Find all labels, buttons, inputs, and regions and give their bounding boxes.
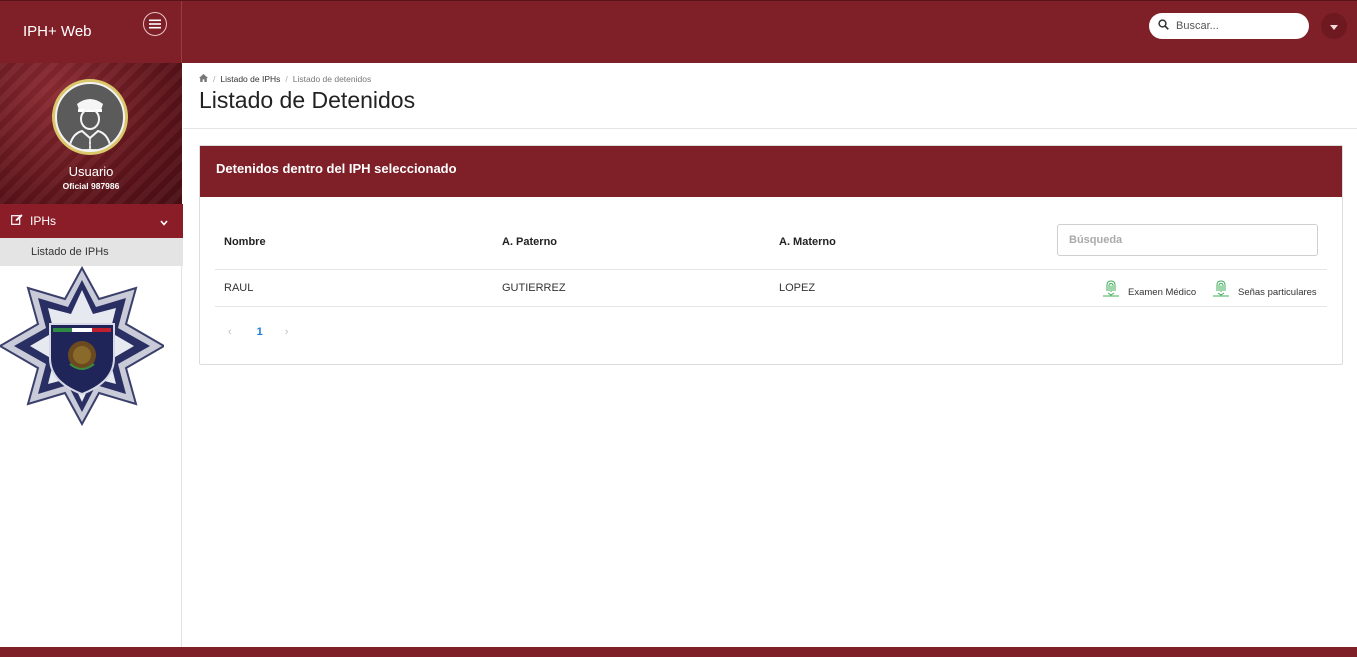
page-title: Listado de Detenidos	[199, 87, 416, 113]
officer-icon	[67, 99, 113, 150]
search-icon	[1158, 17, 1169, 35]
pagination-page-1[interactable]: 1	[257, 326, 263, 338]
sidebar-subitem-listado-iphs[interactable]: Listado de IPHs	[0, 238, 183, 266]
senas-particulares-label: Señas particulares	[1238, 287, 1317, 298]
user-dropdown-button[interactable]	[1321, 13, 1347, 39]
breadcrumb-separator: /	[285, 74, 288, 84]
examen-medico-label: Examen Médico	[1128, 287, 1197, 298]
footer-bar	[0, 647, 1357, 657]
fingerprint-icon	[1103, 279, 1128, 298]
table-row: RAUL GUTIERREZ LOPEZ Examen Médico Señas…	[215, 270, 1327, 307]
breadcrumb-current: Listado de detenidos	[292, 74, 372, 84]
table-search-input[interactable]	[1057, 224, 1318, 256]
avatar	[52, 79, 128, 155]
cell-nombre: RAUL	[224, 282, 254, 294]
pagination-prev-button[interactable]: ‹	[228, 326, 232, 338]
detainees-card: Detenidos dentro del IPH seleccionado No…	[199, 145, 1343, 365]
column-header-paterno: A. Paterno	[502, 236, 558, 248]
table-header-row: Nombre A. Paterno A. Materno	[215, 224, 1327, 270]
breadcrumb-separator: /	[213, 74, 216, 84]
examen-medico-button[interactable]: Examen Médico	[1103, 279, 1196, 298]
main-content: / Listado de IPHs / Listado de detenidos…	[183, 63, 1357, 647]
breadcrumb-link-listado-iphs[interactable]: Listado de IPHs	[220, 74, 280, 84]
hamburger-menu-icon[interactable]	[143, 12, 167, 36]
cell-materno: LOPEZ	[779, 282, 816, 294]
app-title: IPH+ Web	[23, 23, 92, 40]
edit-icon	[11, 214, 23, 228]
cell-paterno: GUTIERREZ	[502, 282, 566, 294]
pagination-next-button[interactable]: ›	[285, 326, 289, 338]
header-search	[1149, 13, 1309, 39]
page-header: / Listado de IPHs / Listado de detenidos…	[183, 63, 1357, 129]
user-role: Oficial 987986	[62, 181, 120, 191]
sidebar-item-label: IPHs	[30, 214, 57, 228]
breadcrumb: / Listado de IPHs / Listado de detenidos	[199, 74, 371, 84]
column-header-nombre: Nombre	[224, 236, 266, 248]
brand-area: IPH+ Web	[0, 1, 182, 64]
card-title: Detenidos dentro del IPH seleccionado	[200, 146, 1342, 197]
top-navbar: IPH+ Web	[0, 0, 1357, 64]
user-name: Usuario	[68, 164, 114, 179]
chevron-down-icon	[160, 215, 168, 229]
column-header-materno: A. Materno	[779, 236, 836, 248]
fingerprint-icon	[1213, 279, 1238, 298]
detainees-table: Nombre A. Paterno A. Materno RAUL GUTIER…	[215, 224, 1327, 307]
police-badge-logo	[0, 265, 166, 427]
caret-down-icon	[1330, 17, 1338, 35]
sidebar: Usuario Oficial 987986 IPHs Listado de I…	[0, 63, 183, 647]
home-icon[interactable]	[199, 74, 208, 84]
sidebar-item-iphs[interactable]: IPHs	[0, 204, 183, 238]
senas-particulares-button[interactable]: Señas particulares	[1213, 279, 1317, 298]
pagination: ‹ 1 ›	[228, 326, 288, 338]
header-search-input[interactable]	[1174, 19, 1298, 33]
user-profile-panel: Usuario Oficial 987986	[0, 63, 182, 204]
